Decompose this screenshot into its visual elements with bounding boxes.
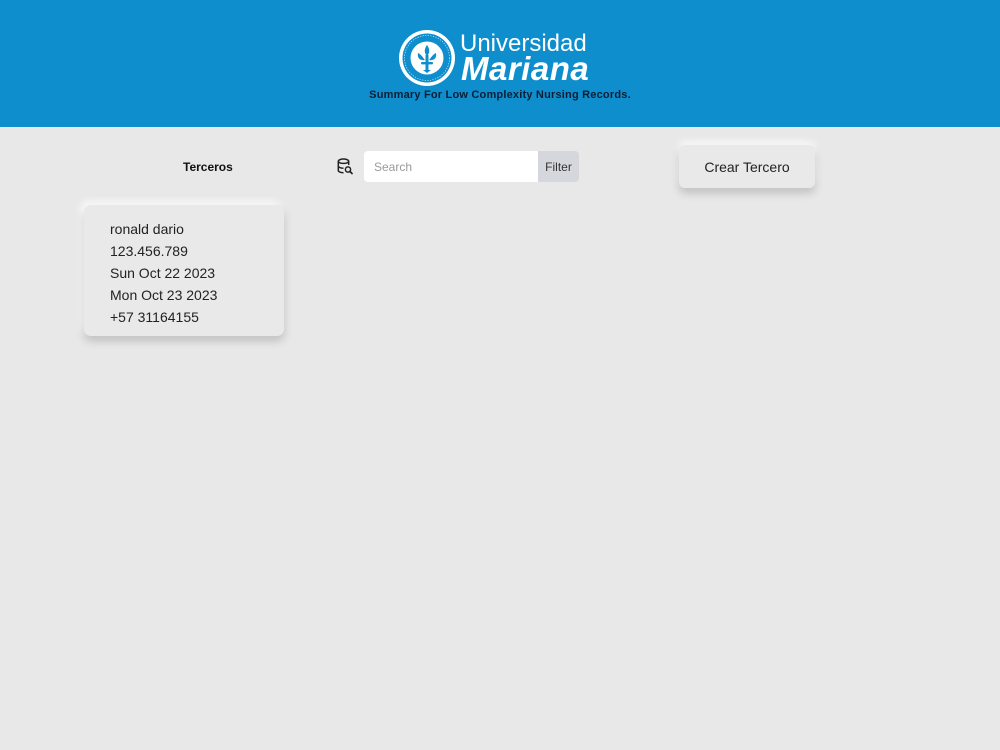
filter-button[interactable]: Filter [538, 151, 579, 182]
record-name: ronald dario [110, 221, 184, 237]
search-input[interactable] [364, 151, 538, 182]
record-phone: +57 31164155 [110, 309, 199, 325]
record-id-number: 123.456.789 [110, 243, 188, 259]
university-seal-icon [399, 30, 455, 86]
app-header: Universidad Mariana Summary For Low Comp… [0, 0, 1000, 127]
page-title: Terceros [183, 160, 233, 174]
record-date-end: Mon Oct 23 2023 [110, 287, 218, 303]
database-search-icon [337, 158, 353, 175]
create-tercero-button[interactable]: Crear Tercero [679, 145, 815, 188]
university-logo: Universidad Mariana [398, 28, 608, 88]
record-date-start: Sun Oct 22 2023 [110, 265, 216, 281]
record-card[interactable]: ronald dario 123.456.789 Sun Oct 22 2023… [84, 205, 284, 336]
logo-text-mariana: Mariana [461, 50, 590, 87]
app-subtitle: Summary For Low Complexity Nursing Recor… [369, 89, 631, 101]
